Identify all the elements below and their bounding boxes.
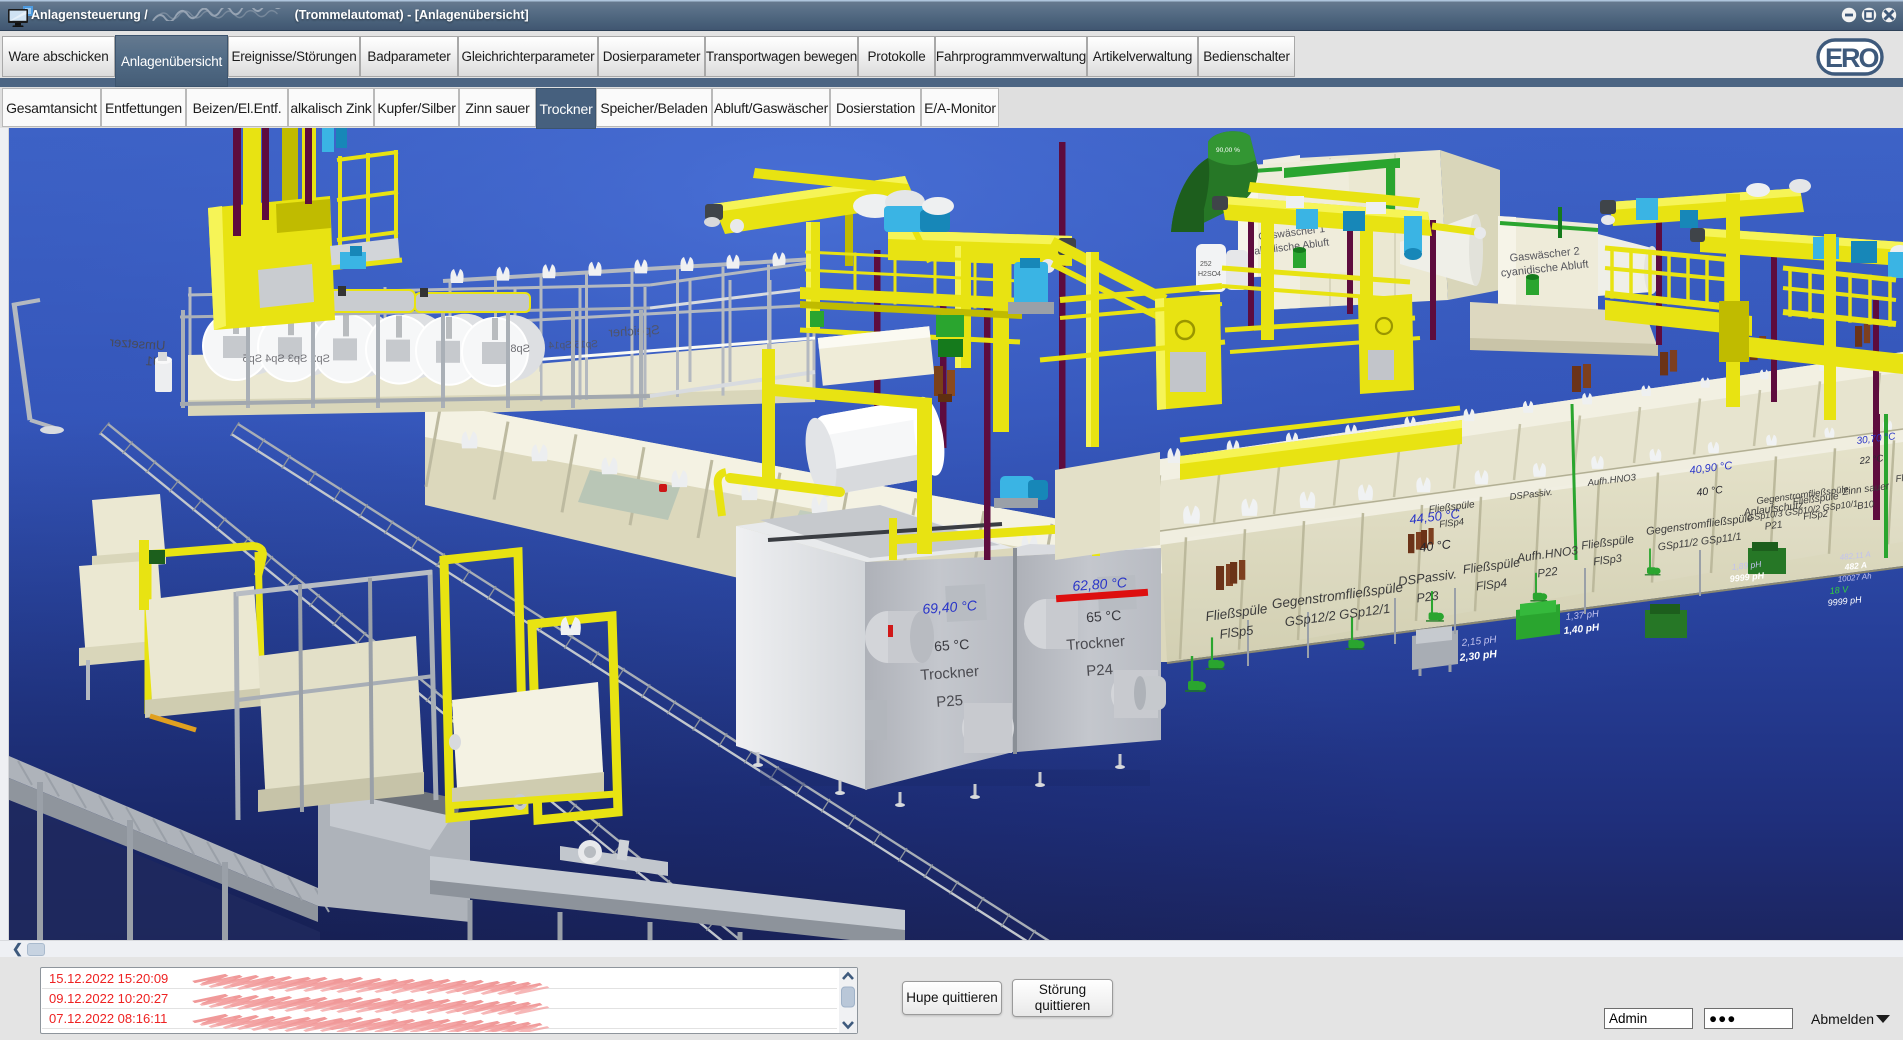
svg-text:252: 252 [1200, 261, 1212, 268]
svg-text:Sp2 Sp3 Sp4 Sp5: Sp2 Sp3 Sp4 Sp5 [243, 353, 330, 365]
svg-text:B10: B10 [1857, 499, 1876, 512]
svg-text:P25: P25 [936, 692, 964, 711]
svg-text:H2SO4: H2SO4 [1198, 271, 1221, 278]
svg-text:P24: P24 [1086, 661, 1114, 680]
svg-text:ERO: ERO [1825, 43, 1879, 73]
svg-text:90,00 %: 90,00 % [1216, 147, 1240, 154]
svg-text:P23: P23 [1416, 589, 1440, 606]
svg-text:18 V: 18 V [1829, 584, 1849, 596]
svg-text:P21: P21 [1764, 519, 1783, 532]
svg-text:Sp8: Sp8 [510, 343, 530, 355]
svg-text:Speicher: Speicher [607, 322, 660, 340]
svg-text:65 °C: 65 °C [934, 636, 970, 654]
svg-text:65 °C: 65 °C [1086, 607, 1122, 625]
